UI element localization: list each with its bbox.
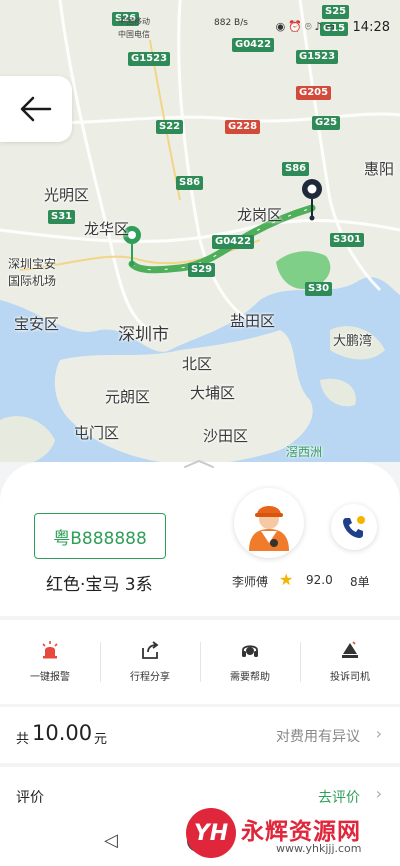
highway-shield: S301 (330, 233, 365, 247)
car-description: 红色·宝马 3系 (46, 575, 153, 595)
status-bar: 中国移动 中国电信 882 B/s ◉⏰⌾♪▭ 14:28 (0, 0, 400, 56)
rate-trip-link[interactable]: 去评价 (318, 787, 360, 807)
map-label-huizhou: 惠阳 (364, 160, 395, 178)
trip-sheet: 粤B888888 红色·宝马 3系 李师傅 ★ 92.0 8单 一键报警 行程分… (0, 462, 400, 866)
fee-amount: 10.00 (32, 721, 93, 745)
map-label-baoan: 宝安区 (14, 315, 60, 333)
fee-row[interactable]: 共 10.00 元 对费用有异议 › (0, 707, 400, 763)
map-label-beiqu: 北区 (182, 355, 213, 373)
back-button[interactable] (0, 76, 72, 142)
headset-icon (242, 645, 258, 657)
map-label-yuanlang: 元朗区 (105, 388, 151, 406)
complain-driver-button[interactable]: 投诉司机 (300, 620, 400, 704)
watermark-url: www.yhkjjj.com (276, 842, 362, 855)
highway-shield: S31 (48, 210, 76, 224)
alarm-clock-icon: ⏰ (288, 20, 305, 33)
action-bar: 一键报警 行程分享 需要帮助 投诉司机 (0, 620, 400, 704)
carrier-info: 中国移动 中国电信 (118, 15, 150, 41)
driver-avatar[interactable] (234, 488, 304, 558)
highway-shield: G0422 (212, 235, 255, 249)
sheet-handle-icon[interactable] (181, 458, 217, 470)
alarm-button[interactable]: 一键报警 (0, 620, 100, 704)
watermark-title: 永辉资源网 (241, 819, 361, 845)
chevron-right-icon: › (375, 784, 382, 803)
map-view[interactable]: 光明区 龙华区 龙岗区 惠阳 深圳宝安 国际机场 宝安区 深圳市 盐田区 大鹏湾… (0, 0, 400, 490)
map-label-yantian: 盐田区 (230, 312, 276, 330)
mute-icon: ♪ (314, 20, 325, 33)
license-plate: 粤B888888 (34, 513, 166, 559)
driver-icon (249, 506, 289, 551)
map-label-tunmen: 屯门区 (74, 424, 120, 442)
fee-unit: 元 (94, 732, 108, 747)
star-icon: ★ (279, 570, 294, 589)
nav-back-icon[interactable]: ◁ (104, 830, 118, 851)
highway-shield: G228 (225, 120, 261, 134)
complaint-label: 投诉司机 (330, 672, 370, 683)
map-label-shatian: 沙田区 (203, 427, 249, 445)
arrow-left-icon (20, 96, 52, 122)
phone-icon (343, 516, 365, 538)
status-icons: ◉⏰⌾♪▭ (276, 20, 338, 34)
fee-prefix: 共 (16, 732, 30, 747)
map-label-longhua: 龙华区 (84, 220, 130, 238)
carrier-1: 中国移动 (118, 17, 150, 26)
watermark: YH 永辉资源网 www.yhkjjj.com (186, 808, 396, 860)
eye-icon: ◉ (275, 20, 289, 33)
share-trip-button[interactable]: 行程分享 (100, 620, 200, 704)
carrier-2: 中国电信 (118, 30, 150, 39)
alarm-label: 一键报警 (30, 672, 70, 683)
share-icon (142, 641, 159, 659)
fee-dispute-link[interactable]: 对费用有异议 (276, 726, 360, 746)
driver-name: 李师傅 (232, 575, 269, 589)
complaint-icon (342, 641, 358, 658)
map-label-dapeng: 大鹏湾 (333, 334, 373, 349)
driver-card: 粤B888888 红色·宝马 3系 李师傅 ★ 92.0 8单 (0, 462, 400, 616)
driver-orders: 8单 (350, 575, 370, 589)
highway-shield: S86 (176, 176, 204, 190)
map-label-guangming: 光明区 (44, 186, 90, 204)
highway-shield: S30 (305, 282, 333, 296)
help-button[interactable]: 需要帮助 (200, 620, 300, 704)
map-label-longgang: 龙岗区 (237, 206, 283, 224)
map-label-dabu: 大埔区 (190, 384, 236, 402)
map-label-xizhou: 滘西洲 (286, 445, 323, 459)
highway-shield: S22 (156, 120, 184, 134)
battery-icon: ▭ (324, 20, 338, 33)
highway-shield: S29 (188, 263, 216, 277)
network-speed: 882 B/s (214, 18, 248, 28)
clock: 14:28 (352, 20, 390, 35)
map-label-airport-2: 国际机场 (8, 274, 57, 288)
highway-shield: G25 (312, 116, 341, 130)
chevron-right-icon: › (375, 724, 382, 743)
map-label-shenzhen: 深圳市 (118, 325, 169, 345)
call-driver-button[interactable] (331, 504, 377, 550)
highway-shield: G205 (296, 86, 332, 100)
map-label-airport-1: 深圳宝安 (8, 257, 57, 271)
help-label: 需要帮助 (230, 672, 270, 683)
location-icon: ⌾ (304, 20, 315, 33)
highway-shield: S86 (282, 162, 310, 176)
rating-label: 评价 (16, 790, 44, 806)
driver-rating: 92.0 (306, 573, 333, 587)
watermark-logo: YH (186, 808, 236, 858)
share-label: 行程分享 (130, 672, 170, 683)
alarm-icon (42, 641, 58, 659)
